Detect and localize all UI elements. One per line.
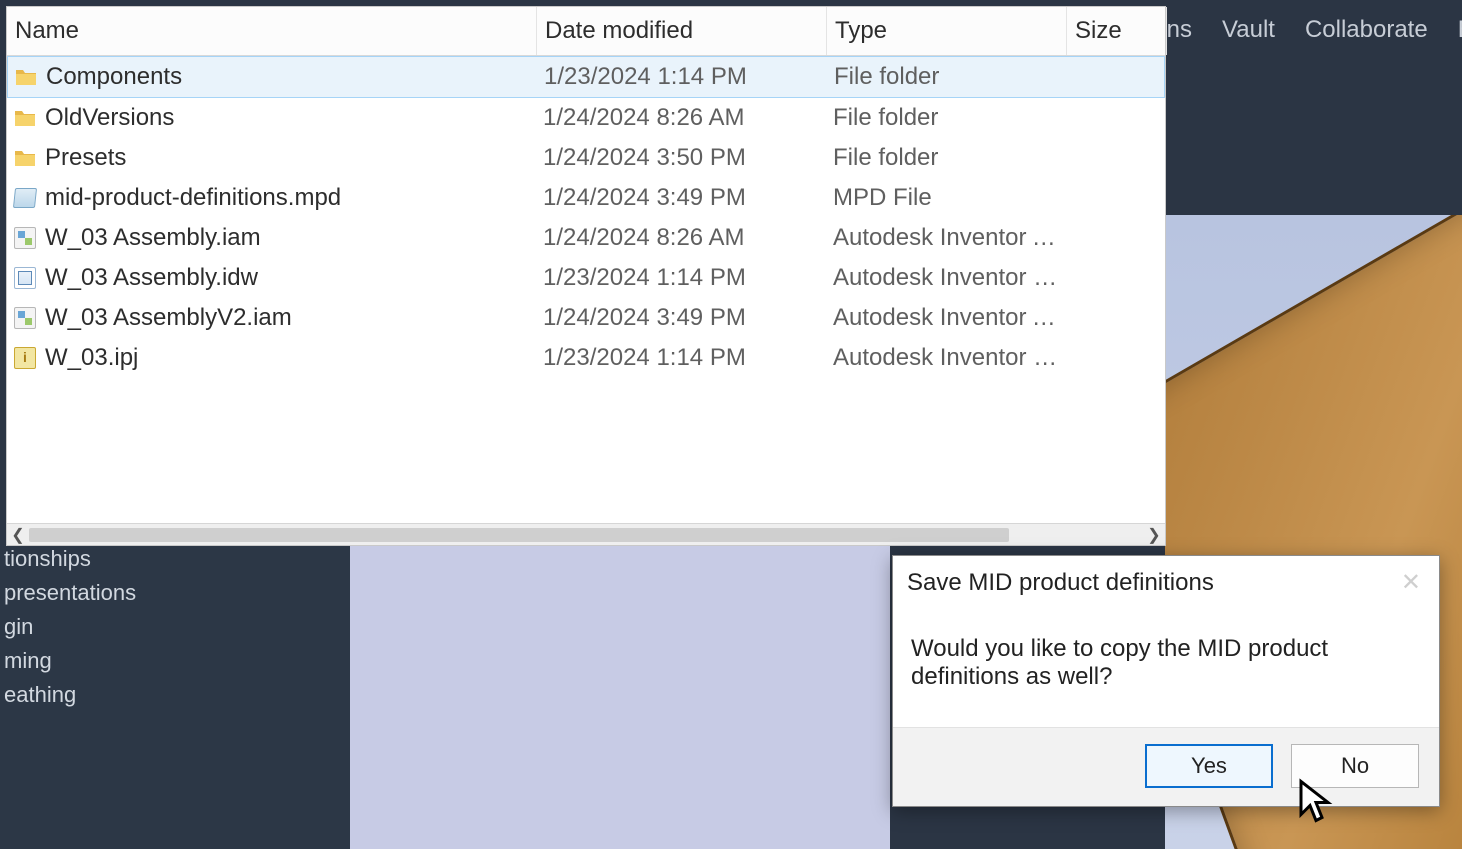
file-size-cell <box>1067 340 1165 376</box>
scroll-thumb[interactable] <box>29 528 1009 542</box>
no-button[interactable]: No <box>1291 744 1419 788</box>
column-header-type[interactable]: Type <box>827 7 1067 55</box>
file-name-label: W_03 Assembly.iam <box>45 224 261 252</box>
idw-file-icon <box>13 266 37 290</box>
file-name-cell[interactable]: W_03 Assembly.iam <box>7 220 537 256</box>
file-date-cell: 1/24/2024 8:26 AM <box>537 100 827 136</box>
iam-file-icon <box>13 306 37 330</box>
file-row[interactable]: Components 1/23/2024 1:14 PMFile folder <box>7 56 1165 98</box>
column-header-name[interactable]: Name <box>7 7 537 55</box>
dialog-title: Save MID product definitions <box>907 569 1214 597</box>
file-name-label: W_03.ipj <box>45 344 138 372</box>
file-row[interactable]: W_03 AssemblyV2.iam 1/24/2024 3:49 PMAuto… <box>7 298 1165 338</box>
scroll-left-button[interactable]: ❮ <box>7 524 29 546</box>
file-name-label: W_03 Assembly.idw <box>45 264 258 292</box>
close-icon[interactable]: ✕ <box>1401 568 1421 597</box>
file-date-cell: 1/24/2024 3:49 PM <box>537 180 827 216</box>
ribbon-tab[interactable]: Vault <box>1222 16 1275 44</box>
file-type-cell: Autodesk Inventor Draw... <box>827 260 1067 296</box>
file-name-label: OldVersions <box>45 104 174 132</box>
file-size-cell <box>1067 180 1165 216</box>
file-date-cell: 1/24/2024 3:50 PM <box>537 140 827 176</box>
column-header-date[interactable]: Date modified <box>537 7 827 55</box>
browser-node[interactable]: gin <box>0 610 350 644</box>
file-name-cell[interactable]: Presets <box>7 140 537 176</box>
file-name-label: mid-product-definitions.mpd <box>45 184 341 212</box>
file-size-cell <box>1067 140 1165 176</box>
folder-icon <box>13 146 37 170</box>
folder-icon <box>13 106 37 130</box>
file-date-cell: 1/23/2024 1:14 PM <box>538 59 828 95</box>
ribbon-tab[interactable]: Ele <box>1458 16 1462 44</box>
dialog-message: Would you like to copy the MID product d… <box>911 635 1328 690</box>
explorer-file-list[interactable]: Components1/23/2024 1:14 PMFile folder O… <box>7 56 1165 523</box>
file-size-cell <box>1067 100 1165 136</box>
browser-node[interactable]: presentations <box>0 576 350 610</box>
file-name-label: Presets <box>45 144 126 172</box>
explorer-column-headers: Name Date modified Type Size <box>7 7 1165 56</box>
horizontal-scrollbar[interactable]: ❮ ❯ <box>7 523 1165 545</box>
browser-node[interactable]: tionships <box>0 542 350 576</box>
dialog-button-row: Yes No <box>893 727 1439 806</box>
file-type-cell: Autodesk Inventor Project <box>827 340 1067 376</box>
file-date-cell: 1/24/2024 3:49 PM <box>537 300 827 336</box>
file-name-label: Components <box>46 63 182 91</box>
browser-node[interactable]: eathing <box>0 678 350 712</box>
scroll-right-button[interactable]: ❯ <box>1143 524 1165 546</box>
file-date-cell: 1/23/2024 1:14 PM <box>537 340 827 376</box>
file-name-cell[interactable]: W_03 AssemblyV2.iam <box>7 300 537 336</box>
mpd-file-icon <box>13 186 37 210</box>
file-name-cell[interactable]: OldVersions <box>7 100 537 136</box>
scroll-track[interactable] <box>29 526 1143 544</box>
column-header-size[interactable]: Size <box>1067 7 1167 55</box>
file-size-cell <box>1067 300 1165 336</box>
model-browser-panel[interactable]: tionships presentations gin ming eathing <box>0 540 350 849</box>
file-size-cell <box>1067 260 1165 296</box>
document-background <box>350 540 890 849</box>
file-row[interactable]: OldVersions 1/24/2024 8:26 AMFile folder <box>7 98 1165 138</box>
file-row[interactable]: W_03 Assembly.iam 1/24/2024 8:26 AMAutode… <box>7 218 1165 258</box>
folder-icon <box>14 65 38 89</box>
file-row[interactable]: W_03 Assembly.idw 1/23/2024 1:14 PMAutode… <box>7 258 1165 298</box>
browser-node[interactable]: ming <box>0 644 350 678</box>
file-name-cell[interactable]: W_03.ipj <box>7 340 537 376</box>
file-name-cell[interactable]: mid-product-definitions.mpd <box>7 180 537 216</box>
file-type-cell: File folder <box>828 59 1068 95</box>
ribbon-tab[interactable]: Collaborate <box>1305 16 1428 44</box>
file-row[interactable]: Presets 1/24/2024 3:50 PMFile folder <box>7 138 1165 178</box>
file-name-label: W_03 AssemblyV2.iam <box>45 304 292 332</box>
file-row[interactable]: mid-product-definitions.mpd 1/24/2024 3:4… <box>7 178 1165 218</box>
file-type-cell: Autodesk Inventor Asse... <box>827 300 1067 336</box>
file-size-cell <box>1067 220 1165 256</box>
file-size-cell <box>1068 59 1165 95</box>
yes-button[interactable]: Yes <box>1145 744 1273 788</box>
file-name-cell[interactable]: Components <box>8 59 538 95</box>
ribbon-tabs: Ins Vault Collaborate Ele <box>1140 0 1462 60</box>
file-name-cell[interactable]: W_03 Assembly.idw <box>7 260 537 296</box>
file-date-cell: 1/23/2024 1:14 PM <box>537 260 827 296</box>
file-row[interactable]: W_03.ipj 1/23/2024 1:14 PMAutodesk Invent… <box>7 338 1165 378</box>
file-date-cell: 1/24/2024 8:26 AM <box>537 220 827 256</box>
file-type-cell: File folder <box>827 140 1067 176</box>
file-explorer-window: Name Date modified Type Size Components 1… <box>6 6 1166 546</box>
file-type-cell: Autodesk Inventor Asse... <box>827 220 1067 256</box>
file-type-cell: File folder <box>827 100 1067 136</box>
iam-file-icon <box>13 226 37 250</box>
save-mid-dialog: Save MID product definitions ✕ Would you… <box>892 555 1440 807</box>
ipj-file-icon <box>13 346 37 370</box>
file-type-cell: MPD File <box>827 180 1067 216</box>
